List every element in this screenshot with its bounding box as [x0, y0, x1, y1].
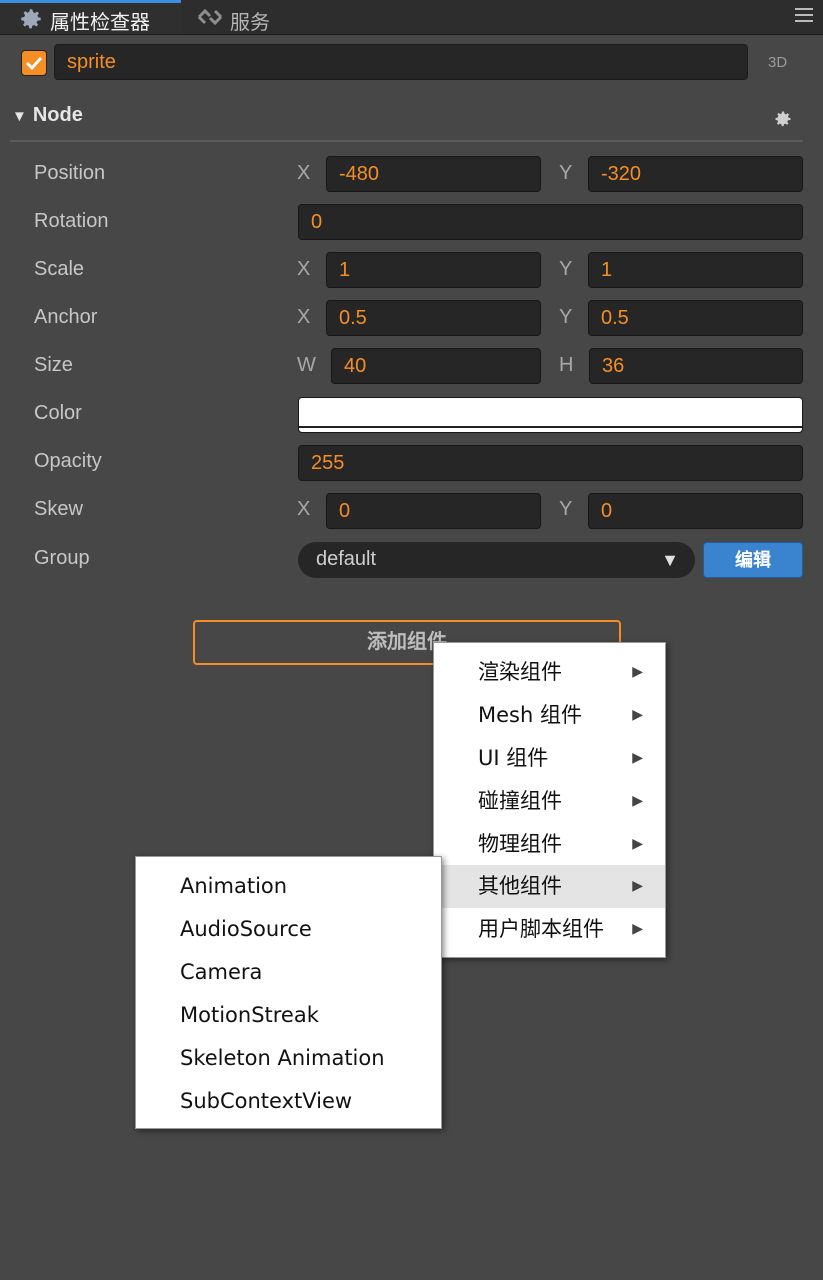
position-y-label: Y [559, 162, 573, 184]
submenu-item-audiosource[interactable]: AudioSource [136, 908, 441, 951]
submenu-item-subcontextview[interactable]: SubContextView [136, 1080, 441, 1123]
gear-icon [18, 6, 44, 37]
group-select[interactable]: default ▼ [298, 542, 695, 578]
anchor-x-field[interactable]: 0.5 [326, 300, 541, 336]
section-divider [10, 140, 803, 142]
node-section-header[interactable]: ▼ Node [12, 104, 83, 127]
submenu-item-label: SubContextView [180, 1089, 353, 1113]
skew-y-field[interactable]: 0 [588, 493, 803, 529]
position-y-field[interactable]: -320 [588, 156, 803, 192]
position-label: Position [34, 162, 106, 184]
submenu-item-label: AudioSource [180, 917, 312, 941]
rotation-label: Rotation [34, 210, 109, 232]
submenu-arrow-icon: ▶ [632, 878, 643, 894]
color-label: Color [34, 402, 82, 424]
color-picker[interactable] [298, 397, 803, 433]
skew-y-label: Y [559, 498, 573, 520]
link-icon [196, 6, 224, 33]
menu-item-label: 渲染组件 [478, 660, 562, 684]
size-h-field[interactable]: 36 [589, 348, 803, 384]
scale-y-label: Y [559, 258, 573, 280]
submenu-item-label: Animation [180, 874, 288, 898]
menu-item-render[interactable]: 渲染组件 ▶ [434, 651, 665, 694]
submenu-arrow-icon: ▶ [632, 793, 643, 809]
menu-item-physics[interactable]: 物理组件 ▶ [434, 823, 665, 866]
position-x-label: X [297, 162, 311, 184]
add-component-menu: 渲染组件 ▶ Mesh 组件 ▶ UI 组件 ▶ 碰撞组件 ▶ 物理组件 ▶ 其他组件 ▶ … [433, 642, 666, 958]
size-h-label: H [559, 354, 574, 376]
scale-x-field[interactable]: 1 [326, 252, 541, 288]
scale-label: Scale [34, 258, 85, 280]
submenu-item-motionstreak[interactable]: MotionStreak [136, 994, 441, 1037]
submenu-item-skeleton-animation[interactable]: Skeleton Animation [136, 1037, 441, 1080]
submenu-arrow-icon: ▶ [632, 921, 643, 937]
menu-item-label: UI 组件 [478, 746, 549, 770]
menu-item-user-script[interactable]: 用户脚本组件 ▶ [434, 908, 665, 951]
menu-item-collider[interactable]: 碰撞组件 ▶ [434, 780, 665, 823]
menu-item-label: 用户脚本组件 [478, 917, 604, 941]
anchor-label: Anchor [34, 306, 98, 328]
section-title: Node [32, 104, 83, 126]
3d-toggle[interactable]: 3D [768, 54, 787, 71]
checkmark-icon [25, 56, 43, 71]
submenu-item-camera[interactable]: Camera [136, 951, 441, 994]
skew-label: Skew [34, 498, 83, 520]
node-enabled-checkbox[interactable] [21, 50, 47, 76]
dropdown-arrow-icon: ▼ [661, 550, 679, 570]
skew-x-field[interactable]: 0 [326, 493, 541, 529]
group-label: Group [34, 547, 90, 569]
group-select-value: default [316, 548, 377, 570]
tab-inspector-label: 属性检查器 [50, 12, 150, 34]
anchor-y-label: Y [559, 306, 573, 328]
scale-x-label: X [297, 258, 311, 280]
gear-icon[interactable] [773, 109, 793, 134]
tab-services-label: 服务 [230, 12, 270, 34]
menu-item-label: Mesh 组件 [478, 703, 582, 727]
menu-item-label: 物理组件 [478, 832, 562, 856]
group-edit-button[interactable]: 编辑 [703, 542, 803, 578]
submenu-item-label: MotionStreak [180, 1003, 319, 1027]
submenu-arrow-icon: ▶ [632, 707, 643, 723]
opacity-field[interactable]: 255 [298, 445, 803, 481]
submenu-arrow-icon: ▶ [632, 750, 643, 766]
opacity-label: Opacity [34, 450, 102, 472]
panel-menu-icon[interactable] [795, 8, 813, 22]
submenu-arrow-icon: ▶ [632, 664, 643, 680]
collapse-arrow-icon: ▼ [12, 108, 27, 125]
menu-item-other[interactable]: 其他组件 ▶ [434, 865, 665, 908]
scale-y-field[interactable]: 1 [588, 252, 803, 288]
anchor-x-label: X [297, 306, 311, 328]
menu-item-label: 碰撞组件 [478, 789, 562, 813]
anchor-y-field[interactable]: 0.5 [588, 300, 803, 336]
node-name-input[interactable]: sprite [54, 44, 748, 80]
size-w-field[interactable]: 40 [331, 348, 541, 384]
submenu-arrow-icon: ▶ [632, 836, 643, 852]
other-components-submenu: Animation AudioSource Camera MotionStrea… [135, 856, 442, 1129]
submenu-item-label: Camera [180, 960, 263, 984]
tab-inspector[interactable]: 属性检查器 [0, 0, 181, 34]
size-label: Size [34, 354, 73, 376]
position-x-field[interactable]: -480 [326, 156, 541, 192]
menu-item-ui[interactable]: UI 组件 ▶ [434, 737, 665, 780]
skew-x-label: X [297, 498, 311, 520]
menu-item-mesh[interactable]: Mesh 组件 ▶ [434, 694, 665, 737]
menu-item-label: 其他组件 [478, 874, 562, 898]
rotation-field[interactable]: 0 [298, 204, 803, 240]
submenu-item-label: Skeleton Animation [180, 1046, 385, 1070]
size-w-label: W [297, 354, 316, 376]
submenu-item-animation[interactable]: Animation [136, 865, 441, 908]
